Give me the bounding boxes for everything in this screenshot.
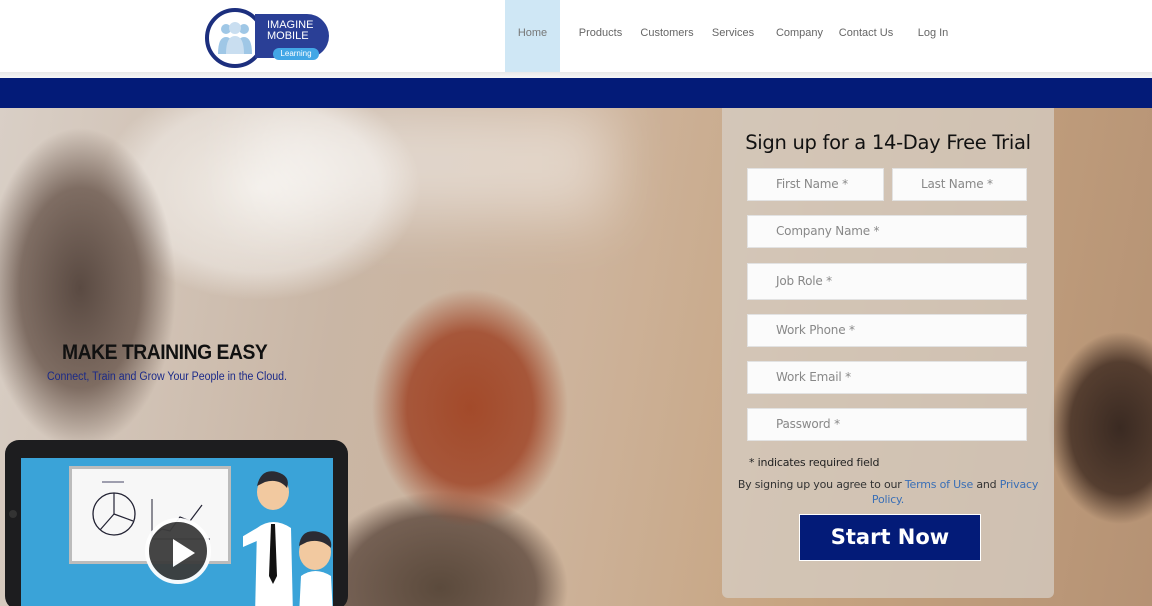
terms-prefix: By signing up you agree to our bbox=[737, 478, 902, 491]
nav-log-in[interactable]: Log In bbox=[912, 0, 954, 72]
video-screen[interactable] bbox=[21, 458, 333, 606]
company-name-field[interactable]: Company Name * bbox=[747, 215, 1027, 248]
nav-contact-us[interactable]: Contact Us bbox=[835, 0, 897, 72]
nav-company[interactable]: Company bbox=[771, 0, 828, 72]
required-note: * indicates required field bbox=[749, 456, 880, 469]
nav-services[interactable]: Services bbox=[707, 0, 759, 72]
hero-light bbox=[250, 108, 610, 218]
site-header: IMAGINE MOBILE Learning Home Products Cu… bbox=[0, 0, 1152, 72]
site-logo[interactable]: IMAGINE MOBILE Learning bbox=[205, 8, 329, 68]
cartoon-presenters bbox=[243, 471, 333, 606]
hero-headline: MAKE TRAINING EASY bbox=[62, 341, 268, 364]
job-role-field[interactable]: Job Role * bbox=[747, 263, 1027, 300]
people-group-icon bbox=[218, 22, 252, 54]
logo-line2: MOBILE bbox=[267, 30, 309, 42]
work-phone-field[interactable]: Work Phone * bbox=[747, 314, 1027, 347]
nav-home[interactable]: Home bbox=[505, 0, 560, 72]
nav-products[interactable]: Products bbox=[573, 0, 628, 72]
nav-customers[interactable]: Customers bbox=[636, 0, 698, 72]
hero-subheadline: Connect, Train and Grow Your People in t… bbox=[47, 371, 287, 383]
terms-text: By signing up you agree to our Terms of … bbox=[736, 477, 1040, 507]
first-name-field[interactable]: First Name * bbox=[747, 168, 884, 201]
tablet-camera bbox=[9, 510, 17, 518]
signup-title: Sign up for a 14-Day Free Trial bbox=[745, 131, 1031, 154]
last-name-field[interactable]: Last Name * bbox=[892, 168, 1027, 201]
terms-and: and bbox=[976, 478, 997, 491]
start-now-button[interactable]: Start Now bbox=[799, 514, 981, 561]
play-icon bbox=[173, 539, 195, 567]
logo-sub: Learning bbox=[273, 48, 319, 60]
signup-panel: Sign up for a 14-Day Free Trial First Na… bbox=[722, 108, 1054, 598]
play-button[interactable] bbox=[145, 518, 211, 584]
password-field[interactable]: Password * bbox=[747, 408, 1027, 441]
brand-bar bbox=[0, 78, 1152, 108]
video-tablet bbox=[5, 440, 348, 606]
work-email-field[interactable]: Work Email * bbox=[747, 361, 1027, 394]
terms-of-use-link[interactable]: Terms of Use bbox=[905, 478, 973, 491]
